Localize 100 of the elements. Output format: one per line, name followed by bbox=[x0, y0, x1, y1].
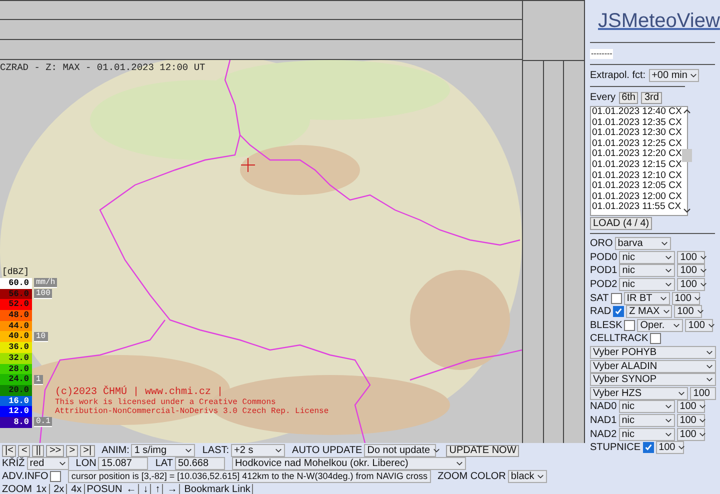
time-item[interactable]: 01.01.2023 12:00 CX bbox=[591, 192, 682, 202]
legend-value: 20.0 bbox=[0, 384, 32, 396]
caret-icon bbox=[665, 282, 672, 288]
opacity-select[interactable]: 100 bbox=[685, 318, 714, 332]
caret-icon bbox=[700, 268, 707, 274]
caret-icon bbox=[664, 432, 672, 437]
auto-update-select[interactable]: Do not update bbox=[364, 444, 436, 457]
place-select[interactable]: Hodkovice nad Mohelkou (okr. Liberec) bbox=[232, 457, 466, 470]
layer-select[interactable]: nic bbox=[618, 414, 675, 428]
caret-icon bbox=[706, 364, 713, 369]
layer-label: NAD1 bbox=[590, 415, 617, 426]
playback-button[interactable]: < bbox=[18, 444, 30, 456]
layer-label: NAD2 bbox=[590, 428, 617, 440]
layer-select[interactable]: Vyber SYNOP bbox=[590, 373, 716, 386]
playback-button[interactable]: || bbox=[32, 444, 44, 456]
opacity-select[interactable]: 100 bbox=[656, 441, 684, 454]
layer-select[interactable]: nic bbox=[619, 278, 676, 292]
rain-rate-label: 10 bbox=[34, 332, 48, 342]
time-item[interactable]: 01.01.2023 12:05 CX bbox=[591, 181, 682, 192]
zoom-button[interactable]: 1x bbox=[34, 484, 50, 494]
lat-field[interactable]: 50.668 bbox=[174, 457, 225, 470]
time-item[interactable]: 01.01.2023 12:40 CX bbox=[591, 107, 682, 118]
layer-checkbox[interactable] bbox=[613, 306, 624, 318]
adv-info-checkbox[interactable] bbox=[50, 471, 62, 482]
opacity-select[interactable]: 100 bbox=[677, 264, 706, 278]
cross-color-select[interactable]: red bbox=[26, 457, 69, 470]
legend-value: 44.0 bbox=[0, 320, 32, 332]
layer-select[interactable]: barva bbox=[614, 237, 671, 250]
caret-icon bbox=[665, 268, 672, 274]
opacity-select[interactable]: 100 bbox=[676, 428, 705, 441]
layer-checkbox[interactable] bbox=[642, 442, 654, 454]
pan-button[interactable]: → bbox=[165, 484, 180, 494]
layer-checkbox[interactable] bbox=[650, 333, 662, 344]
layer-select[interactable]: Z MAX bbox=[626, 305, 672, 318]
layer-select[interactable]: nic bbox=[618, 428, 675, 441]
layer-select[interactable]: nic bbox=[619, 264, 676, 278]
extrapolation-label: Extrapol. fct: bbox=[590, 70, 646, 81]
layer-select[interactable]: nic bbox=[619, 250, 676, 264]
time-item[interactable]: 01.01.2023 12:20 CX bbox=[591, 149, 682, 160]
zoom-color-select[interactable]: black bbox=[508, 470, 547, 483]
last-select[interactable]: +2 s bbox=[231, 444, 286, 457]
opacity-select[interactable]: 100 bbox=[690, 386, 716, 400]
playback-button[interactable]: |< bbox=[2, 444, 16, 456]
bookmark-link-button[interactable]: Bookmark Link bbox=[182, 484, 254, 494]
layer-select[interactable]: IR BT bbox=[624, 292, 670, 305]
opacity-select[interactable]: 100 bbox=[677, 278, 706, 292]
rain-rate-label: mm/h bbox=[34, 278, 58, 288]
last-label: LAST: bbox=[202, 445, 230, 456]
layer-label: POD0 bbox=[590, 252, 618, 263]
playback-button[interactable]: > bbox=[66, 444, 78, 456]
playback-button[interactable]: >> bbox=[46, 444, 64, 456]
time-item[interactable]: 01.01.2023 12:30 CX bbox=[591, 128, 682, 139]
layer-select[interactable]: Vyber ALADIN bbox=[590, 360, 716, 373]
pan-button[interactable]: ↓ bbox=[141, 484, 152, 494]
caret-icon bbox=[662, 309, 670, 314]
time-item[interactable]: 01.01.2023 12:35 CX bbox=[591, 118, 682, 128]
layer-select[interactable]: Oper. bbox=[637, 318, 684, 332]
caret-icon bbox=[678, 390, 686, 396]
layer-select[interactable]: nic bbox=[618, 400, 675, 414]
opacity-select[interactable]: 100 bbox=[674, 305, 702, 318]
layer-checkbox[interactable] bbox=[624, 320, 636, 331]
layer-select[interactable]: Vyber HZS bbox=[590, 386, 688, 400]
load-button[interactable]: LOAD (4 / 4) bbox=[590, 217, 652, 230]
opacity-select[interactable]: 100 bbox=[676, 414, 705, 428]
pan-button[interactable]: ← bbox=[124, 484, 140, 494]
lon-field[interactable]: 15.087 bbox=[98, 457, 148, 470]
caret-icon bbox=[58, 461, 66, 466]
zoom-button[interactable]: 2x bbox=[52, 484, 68, 494]
caret-icon bbox=[665, 254, 672, 260]
anim-select[interactable]: 1 s/img bbox=[131, 444, 196, 457]
caret-icon bbox=[185, 448, 192, 453]
every-button[interactable]: 6th bbox=[618, 92, 638, 104]
lon-label: LON bbox=[76, 458, 96, 469]
layer-label: STUPNICE bbox=[590, 442, 641, 454]
zoom-button[interactable]: 4x bbox=[69, 484, 85, 494]
update-now-button[interactable]: UPDATE NOW bbox=[446, 444, 520, 456]
caret-icon bbox=[678, 445, 686, 450]
time-item[interactable]: 01.01.2023 12:15 CX bbox=[591, 160, 682, 171]
layer-label: BLESK bbox=[590, 320, 622, 331]
opacity-select[interactable]: 100 bbox=[672, 292, 700, 305]
legend-value: 40.0 bbox=[0, 331, 32, 342]
layer-checkbox[interactable] bbox=[610, 292, 622, 304]
playback-button[interactable]: >| bbox=[80, 444, 95, 456]
cross-icon bbox=[241, 158, 255, 172]
time-item[interactable]: 01.01.2023 11:55 CX bbox=[591, 202, 682, 213]
layer-select[interactable]: Vyber POHYB bbox=[590, 346, 716, 360]
legend-value: 48.0 bbox=[0, 310, 32, 321]
opacity-select[interactable]: 100 bbox=[676, 400, 705, 414]
every-label: Every bbox=[590, 92, 616, 103]
every-button[interactable]: 3rd bbox=[641, 92, 662, 104]
extrapolation-select[interactable]: +00 min bbox=[648, 69, 699, 82]
cross-label: KŘÍŽ bbox=[2, 458, 25, 469]
anim-label: ANIM: bbox=[102, 445, 130, 456]
caret-icon bbox=[537, 474, 544, 479]
caret-icon bbox=[694, 296, 702, 301]
time-item[interactable]: 01.01.2023 12:25 CX bbox=[591, 138, 682, 150]
cursor-info-field: cursor position is [3,-82] = [10.036,52.615] 412km to the N-W(304deg.) from NAVIG cross bbox=[68, 470, 431, 483]
time-item[interactable]: 01.01.2023 12:10 CX bbox=[591, 170, 682, 182]
opacity-select[interactable]: 100 bbox=[677, 250, 706, 264]
pan-button[interactable]: ↑ bbox=[153, 484, 164, 494]
